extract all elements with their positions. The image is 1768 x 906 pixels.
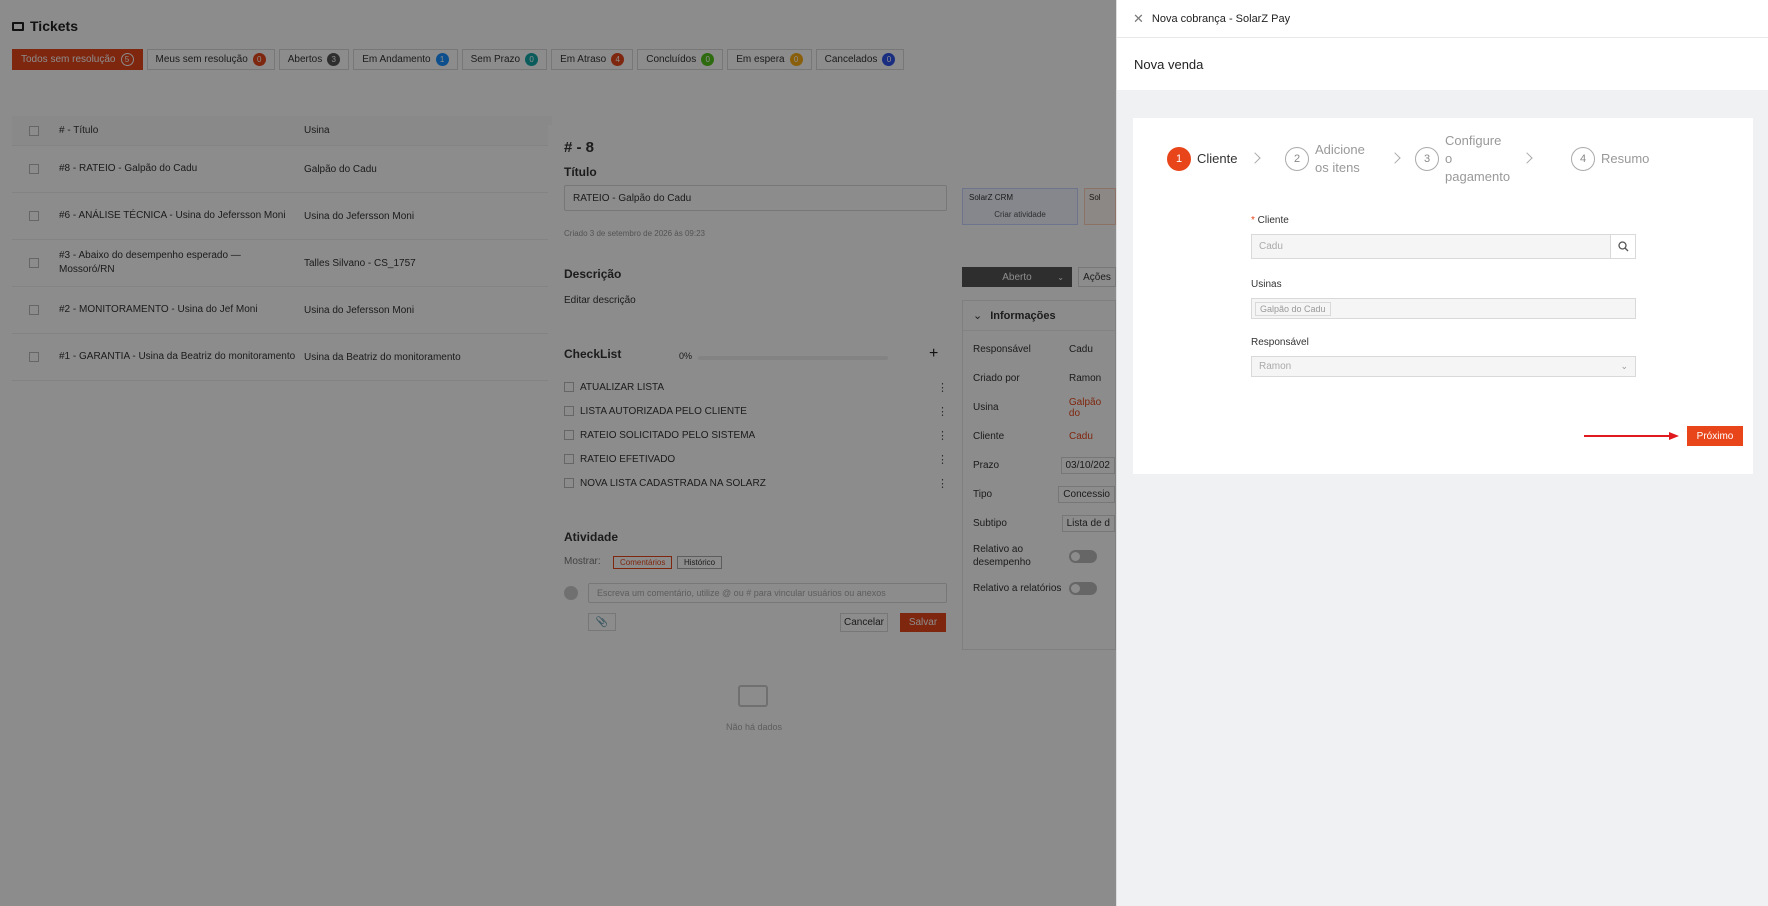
arrow-annotation — [1584, 432, 1679, 440]
responsavel-label: Responsável — [1251, 337, 1309, 348]
form-card: 1 Cliente 2 Adicione os itens 3 Configure o p… — [1133, 118, 1753, 474]
step-4: 4 Resumo — [1571, 132, 1649, 186]
responsavel-value: Ramon — [1259, 361, 1292, 372]
step-label: Adicione os itens — [1315, 142, 1365, 175]
step-1[interactable]: 1 Cliente — [1167, 132, 1237, 186]
step-label: Configure o pagamento — [1445, 133, 1511, 184]
close-icon[interactable]: ✕ — [1133, 11, 1144, 27]
modal-overlay[interactable] — [0, 0, 1116, 906]
step-3: 3 Configure o pagamento — [1415, 132, 1511, 186]
usina-tag: Galpão do Cadu — [1255, 301, 1331, 316]
chevron-right-icon — [1521, 152, 1533, 164]
next-button[interactable]: Próximo — [1687, 426, 1743, 446]
step-number: 2 — [1285, 147, 1309, 171]
usinas-label: Usinas — [1251, 279, 1282, 290]
responsavel-select[interactable]: Ramon ⌄ — [1251, 356, 1636, 377]
step-label: Resumo — [1601, 151, 1650, 166]
search-icon[interactable] — [1610, 234, 1636, 259]
step-label: Cliente — [1197, 151, 1238, 166]
drawer-subtitle: Nova venda — [1117, 38, 1768, 90]
drawer-title: Nova cobrança - SolarZ Pay — [1151, 12, 1291, 25]
cliente-label: * Cliente — [1251, 215, 1289, 226]
cliente-input[interactable]: Cadu — [1251, 234, 1611, 259]
cliente-label-text: Cliente — [1257, 215, 1289, 226]
step-number: 4 — [1571, 147, 1595, 171]
step-number: 1 — [1167, 147, 1191, 171]
usinas-select[interactable]: Galpão do Cadu — [1251, 298, 1636, 319]
chevron-right-icon — [1389, 152, 1401, 164]
chevron-right-icon — [1249, 152, 1261, 164]
payment-drawer: ✕ Nova cobrança - SolarZ Pay Nova venda … — [1116, 0, 1768, 906]
drawer-header: ✕ Nova cobrança - SolarZ Pay — [1117, 0, 1768, 38]
chevron-down-icon: ⌄ — [1620, 361, 1628, 371]
step-2: 2 Adicione os itens — [1285, 132, 1379, 186]
step-number: 3 — [1415, 147, 1439, 171]
